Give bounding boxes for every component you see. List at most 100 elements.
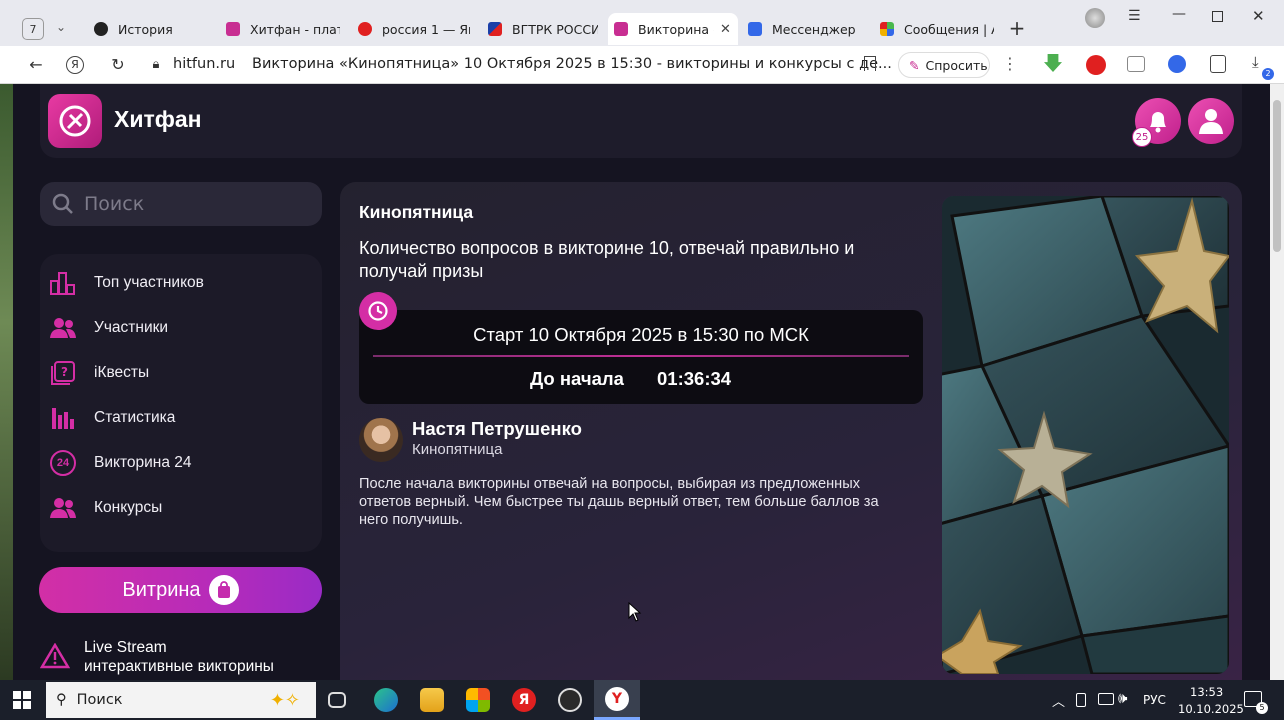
sidebar-item-statistics[interactable]: Статистика (50, 400, 175, 436)
contests-icon (50, 495, 76, 521)
tab-label: История (118, 21, 173, 37)
live-stream-subtitle: интерактивные викторины (84, 658, 274, 675)
search-input[interactable]: Поиск (40, 182, 322, 226)
sidebar-item-iquests[interactable]: ? iКвесты (50, 355, 149, 391)
sidebar-item-label: Участники (94, 319, 169, 336)
tab-label: Мессенджер (772, 21, 856, 37)
sidebar-item-label: Конкурсы (94, 499, 163, 516)
window-close-button[interactable]: ✕ (1252, 7, 1265, 25)
extension-icon[interactable] (1127, 56, 1145, 72)
downloads-badge: 2 (1262, 68, 1274, 80)
more-icon[interactable]: ⋮ (1002, 54, 1018, 73)
host-name[interactable]: Настя Петрушенко (412, 418, 582, 440)
vgtrk-icon (488, 22, 502, 36)
hitfun-icon (226, 22, 240, 36)
yandex-app-icon[interactable]: Я (512, 688, 536, 712)
tab-messages[interactable]: Сообщения | А (874, 13, 994, 45)
show-hidden-icons[interactable]: ︿ (1052, 691, 1065, 710)
sparkle-icon: ✦✧ (269, 689, 300, 711)
sidebar-menu: Топ участников Участники ? iКвесты Стати… (40, 254, 322, 552)
search-placeholder: Поиск (84, 193, 145, 215)
task-view-icon[interactable] (328, 692, 346, 708)
yandex-browser-icon: Y (605, 687, 629, 711)
minimize-button[interactable]: — (1172, 6, 1186, 22)
desktop-wallpaper-strip (0, 84, 13, 680)
file-explorer-icon[interactable] (420, 688, 444, 712)
reload-icon[interactable]: ↻ (108, 55, 128, 74)
tab-count-button[interactable]: 7 (22, 18, 44, 40)
quiz-description: Количество вопросов в викторине 10, отве… (359, 238, 855, 281)
shopping-bag-icon (208, 575, 239, 605)
quiz-rules-text: После начала викторины отвечай на вопрос… (359, 476, 879, 528)
page-title-text[interactable]: Викторина «Кинопятница» 10 Октября 2025 … (252, 56, 892, 72)
bookmark-icon[interactable] (864, 56, 876, 71)
ask-button[interactable]: ✎ Спросить (898, 52, 990, 78)
network-icon[interactable] (1098, 693, 1114, 705)
countdown-label: До начала (530, 368, 624, 389)
language-indicator[interactable]: РУС (1143, 693, 1166, 707)
user-profile-button[interactable] (1188, 98, 1234, 144)
adblock-icon[interactable] (1086, 55, 1106, 75)
sidebar-item-top-participants[interactable]: Топ участников (50, 265, 204, 301)
tab-vgtrk[interactable]: ВГТРК РОССИЯ (482, 13, 598, 45)
quiz-cover-image (942, 196, 1229, 674)
clock-icon (359, 292, 397, 330)
clock-icon (94, 22, 108, 36)
maximize-button[interactable] (1212, 11, 1223, 22)
taskbar-search-box[interactable]: ⚲ Поиск ✦✧ (46, 682, 316, 718)
host-subtitle: Кинопятница (412, 441, 503, 458)
hitfun-logo[interactable] (48, 94, 102, 148)
sidebar-item-participants[interactable]: Участники (50, 310, 168, 346)
back-icon[interactable]: ← (26, 55, 46, 74)
taskbar-search-label: Поиск (76, 692, 123, 708)
sidebar-item-label: Викторина 24 (94, 454, 192, 471)
obs-icon[interactable] (558, 688, 582, 712)
sidebar-item-label: Статистика (94, 409, 176, 426)
page-scrollbar[interactable] (1270, 84, 1284, 680)
tab-messenger[interactable]: Мессенджер (742, 13, 860, 45)
warning-icon (40, 643, 70, 669)
search-icon (52, 193, 73, 214)
tab-history[interactable]: История (88, 13, 208, 45)
collections-icon[interactable] (1210, 55, 1226, 73)
profile-avatar[interactable] (1085, 8, 1105, 28)
ai-icon: ✎ (909, 57, 920, 73)
live-stream-link[interactable]: Live Stream интерактивные викторины (40, 638, 322, 680)
tab-hitfun[interactable]: Хитфан - платф (220, 13, 340, 45)
url-text[interactable]: hitfun.ru (173, 56, 235, 72)
downloads-icon[interactable]: ⤓ (1252, 53, 1259, 71)
windows-start-icon[interactable] (13, 691, 31, 709)
edge-icon[interactable] (374, 688, 398, 712)
messenger-icon (748, 22, 762, 36)
scroll-thumb[interactable] (1273, 100, 1281, 252)
start-time-text: Старт 10 Октября 2025 в 15:30 по МСК (473, 324, 809, 345)
quiz24-icon: 24 (50, 450, 76, 476)
search-icon: ⚲ (56, 692, 67, 708)
tab-quiz[interactable]: Викторина « ✕ (608, 13, 738, 45)
menu-icon[interactable]: ☰ (1128, 8, 1141, 24)
store-icon[interactable] (466, 688, 490, 712)
extension-download-icon[interactable] (1044, 54, 1062, 72)
sidebar-item-label: iКвесты (94, 364, 150, 381)
stats-icon (50, 405, 76, 431)
translate-icon[interactable] (1168, 55, 1186, 73)
volume-icon[interactable]: 🕪︎ (1118, 689, 1127, 707)
user-icon (1199, 109, 1223, 134)
host-avatar[interactable] (359, 418, 403, 462)
device-icon[interactable] (1076, 693, 1086, 707)
vitrina-button[interactable]: Витрина (39, 567, 322, 613)
quiz-title: Кинопятница (359, 202, 474, 222)
clock-date[interactable]: 10.10.2025 (1178, 702, 1244, 716)
close-icon[interactable]: ✕ (720, 22, 731, 37)
brand-name[interactable]: Хитфан (114, 106, 202, 133)
tab-yandex-search[interactable]: россия 1 — Янд (352, 13, 470, 45)
yandex-browser-task[interactable]: Y (594, 680, 640, 720)
chevron-down-icon[interactable]: ⌄ (56, 20, 66, 34)
mouse-cursor (628, 602, 642, 622)
yandex-home-icon[interactable]: Я (66, 56, 84, 74)
new-tab-button[interactable]: + (1006, 18, 1028, 40)
sidebar-item-contests[interactable]: Конкурсы (50, 490, 162, 526)
clock-time[interactable]: 13:53 (1190, 685, 1223, 699)
sidebar-item-quiz24[interactable]: 24 Викторина 24 (50, 445, 192, 481)
vitrina-label: Витрина (122, 578, 201, 601)
